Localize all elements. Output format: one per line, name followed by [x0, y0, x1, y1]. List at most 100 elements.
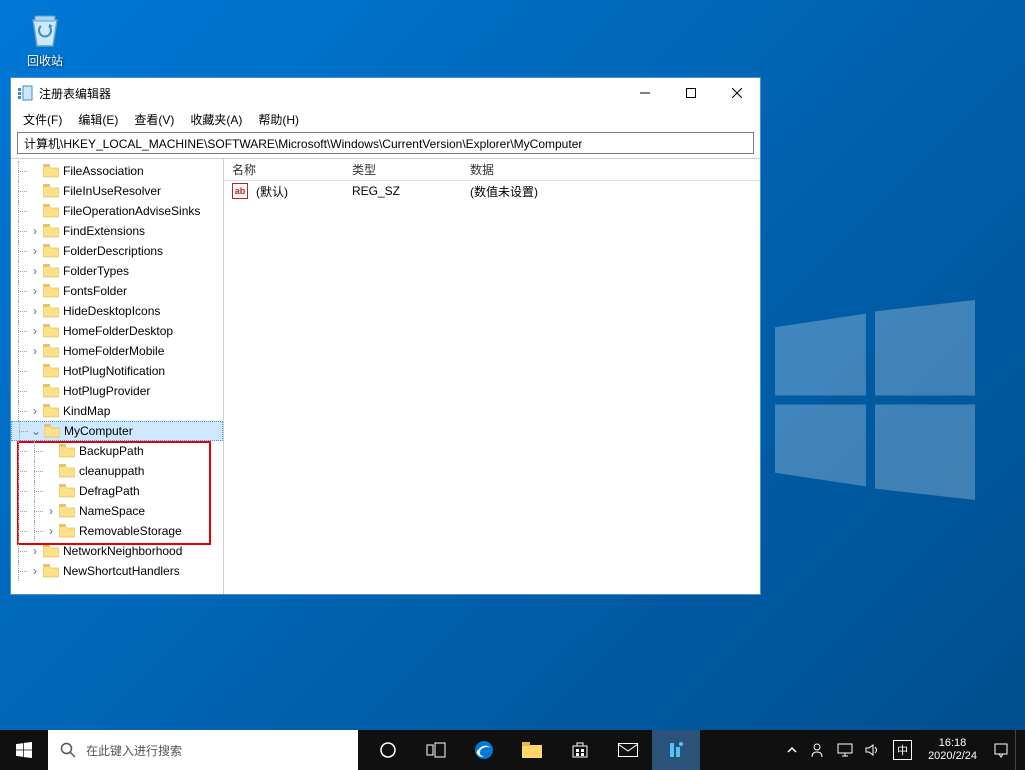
cortana-icon[interactable]	[364, 730, 412, 770]
menubar: 文件(F) 编辑(E) 查看(V) 收藏夹(A) 帮助(H)	[11, 108, 760, 130]
menu-file[interactable]: 文件(F)	[15, 109, 70, 130]
start-button[interactable]	[0, 730, 48, 770]
tree-item[interactable]: › RemovableStorage	[11, 521, 223, 541]
expand-icon[interactable]: ›	[27, 264, 43, 278]
minimize-button[interactable]	[622, 78, 668, 108]
tray-network-icon[interactable]	[831, 730, 859, 770]
folder-icon	[43, 364, 59, 378]
folder-icon	[59, 504, 75, 518]
tree-item[interactable]: ›NetworkNeighborhood	[11, 541, 223, 561]
folder-icon	[43, 564, 59, 578]
tree-item-label: HideDesktopIcons	[63, 304, 160, 318]
expand-icon[interactable]: ›	[27, 284, 43, 298]
tree-item[interactable]: HotPlugNotification	[11, 361, 223, 381]
list-header[interactable]: 名称 类型 数据	[224, 159, 760, 181]
col-data[interactable]: 数据	[462, 161, 760, 178]
tree-item[interactable]: cleanuppath	[11, 461, 223, 481]
tree-item-label: RemovableStorage	[79, 524, 182, 538]
tray-notifications-icon[interactable]	[987, 730, 1015, 770]
tree-item[interactable]: › NameSpace	[11, 501, 223, 521]
tree-item-label: FontsFolder	[63, 284, 127, 298]
tree-item[interactable]: › HideDesktopIcons	[11, 301, 223, 321]
value-icon: ab	[232, 183, 248, 199]
menu-view[interactable]: 查看(V)	[126, 109, 182, 130]
explorer-icon[interactable]	[508, 730, 556, 770]
tree-item[interactable]: DefragPath	[11, 481, 223, 501]
folder-icon	[43, 324, 59, 338]
col-type[interactable]: 类型	[344, 161, 462, 178]
tree-item-label: FindExtensions	[63, 224, 145, 238]
folder-icon	[43, 184, 59, 198]
titlebar[interactable]: 注册表编辑器	[11, 78, 760, 108]
tray-ime[interactable]: 中	[887, 730, 918, 770]
list-row[interactable]: ab(默认)REG_SZ(数值未设置)	[224, 181, 760, 201]
expand-icon[interactable]: ›	[27, 404, 43, 418]
expand-icon[interactable]: ›	[27, 544, 43, 558]
expand-icon[interactable]: ›	[27, 564, 43, 578]
folder-icon	[59, 444, 75, 458]
folder-icon	[59, 524, 75, 538]
menu-favorites[interactable]: 收藏夹(A)	[182, 109, 250, 130]
tree-item-label: NewShortcutHandlers	[63, 564, 180, 578]
tree-item-label: NameSpace	[79, 504, 145, 518]
list-pane[interactable]: 名称 类型 数据 ab(默认)REG_SZ(数值未设置)	[224, 159, 760, 594]
tray-people-icon[interactable]	[803, 730, 831, 770]
regedit-window: 注册表编辑器 文件(F) 编辑(E) 查看(V) 收藏夹(A) 帮助(H) Fi…	[10, 77, 761, 595]
recycle-bin-label: 回收站	[20, 52, 70, 69]
tree-item-label: HotPlugProvider	[63, 384, 150, 398]
folder-icon	[59, 484, 75, 498]
search-box[interactable]: 在此键入进行搜索	[48, 730, 358, 770]
store-icon[interactable]	[556, 730, 604, 770]
folder-icon	[59, 464, 75, 478]
show-desktop-button[interactable]	[1015, 730, 1021, 770]
tray-volume-icon[interactable]	[859, 730, 887, 770]
expand-icon[interactable]: ›	[27, 224, 43, 238]
tree-item-label: MyComputer	[64, 424, 133, 438]
expand-icon[interactable]: ⌄	[28, 424, 44, 438]
tree-item[interactable]: › FolderTypes	[11, 261, 223, 281]
address-bar[interactable]	[17, 132, 754, 154]
tree-item[interactable]: › NewShortcutHandlers	[11, 561, 223, 581]
folder-icon	[43, 304, 59, 318]
tree-item[interactable]: ⌄ MyComputer	[11, 421, 223, 441]
address-input[interactable]	[22, 135, 749, 151]
tree-item-label: KindMap	[63, 404, 110, 418]
tree-item[interactable]: FileAssociation	[11, 161, 223, 181]
pinned-app-icon[interactable]	[652, 730, 700, 770]
folder-icon	[43, 404, 59, 418]
recycle-bin[interactable]: 回收站	[20, 10, 70, 69]
tree-item[interactable]: › KindMap	[11, 401, 223, 421]
maximize-button[interactable]	[668, 78, 714, 108]
tree-item-label: FolderTypes	[63, 264, 129, 278]
tree-item-label: HomeFolderMobile	[63, 344, 164, 358]
tree-item[interactable]: BackupPath	[11, 441, 223, 461]
mail-icon[interactable]	[604, 730, 652, 770]
menu-edit[interactable]: 编辑(E)	[70, 109, 126, 130]
expand-icon[interactable]: ›	[27, 344, 43, 358]
folder-icon	[43, 224, 59, 238]
menu-help[interactable]: 帮助(H)	[250, 109, 307, 130]
expand-icon[interactable]: ›	[27, 244, 43, 258]
tree-item[interactable]: › FindExtensions	[11, 221, 223, 241]
tree-item[interactable]: HotPlugProvider	[11, 381, 223, 401]
tree-pane[interactable]: FileAssociationFileInUseResolverFileOper…	[11, 159, 224, 594]
folder-icon	[44, 424, 60, 438]
tree-item[interactable]: FileOperationAdviseSinks	[11, 201, 223, 221]
edge-icon[interactable]	[460, 730, 508, 770]
expand-icon[interactable]: ›	[27, 304, 43, 318]
tray-chevron-icon[interactable]	[781, 730, 803, 770]
tree-item[interactable]: › FontsFolder	[11, 281, 223, 301]
expand-icon[interactable]: ›	[43, 504, 59, 518]
tree-item[interactable]: › HomeFolderMobile	[11, 341, 223, 361]
expand-icon[interactable]: ›	[43, 524, 59, 538]
tree-item[interactable]: ›FolderDescriptions	[11, 241, 223, 261]
tree-item[interactable]: FileInUseResolver	[11, 181, 223, 201]
expand-icon[interactable]: ›	[27, 324, 43, 338]
tree-item[interactable]: ›HomeFolderDesktop	[11, 321, 223, 341]
app-icon	[17, 85, 33, 101]
col-name[interactable]: 名称	[224, 161, 344, 178]
close-button[interactable]	[714, 78, 760, 108]
taskview-icon[interactable]	[412, 730, 460, 770]
recycle-bin-icon	[25, 10, 65, 50]
tray-clock[interactable]: 16:18 2020/2/24	[918, 737, 987, 763]
